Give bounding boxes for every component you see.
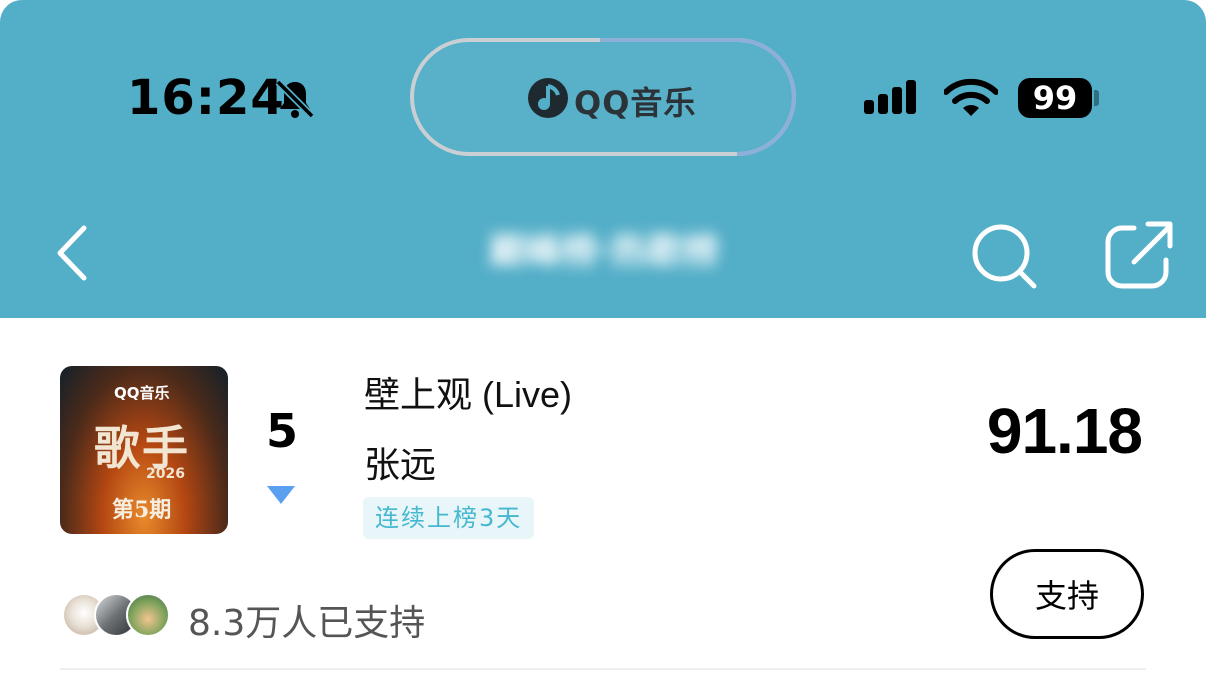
divider (60, 668, 1146, 670)
avatar (126, 593, 170, 637)
artist-name[interactable]: 张远 (364, 436, 436, 488)
search-icon[interactable] (968, 220, 1040, 292)
cover-episode: 第5期 (112, 497, 172, 523)
chart-score: 91.18 (986, 395, 1143, 467)
island-app-name: QQ音乐 (574, 84, 697, 122)
wifi-icon (944, 78, 998, 116)
supporter-avatars (62, 593, 174, 639)
album-cover[interactable]: QQ音乐 歌手 2026 第5期 (60, 366, 228, 534)
back-chevron-icon[interactable] (50, 222, 94, 284)
bell-muted-icon (275, 79, 315, 119)
share-icon[interactable] (1104, 218, 1176, 290)
cover-year: 2026 (146, 466, 185, 482)
qq-music-logo-icon (528, 78, 568, 118)
song-title[interactable]: 壁上观 (Live) (364, 366, 572, 418)
rank-down-arrow-icon (267, 486, 295, 504)
status-time: 16:24 (127, 70, 285, 126)
cellular-signal-icon (864, 80, 916, 114)
page-title: 巅峰榜·热歌榜 (489, 231, 719, 272)
support-count: 8.3万人已支持 (188, 603, 426, 644)
battery-cap (1094, 90, 1099, 106)
rank-number: 5 (265, 404, 298, 458)
battery-indicator: 99 (1018, 78, 1092, 118)
cover-brand: QQ音乐 (114, 384, 170, 402)
support-button[interactable]: 支持 (990, 549, 1144, 639)
chart-streak-badge: 连续上榜3天 (363, 497, 535, 539)
